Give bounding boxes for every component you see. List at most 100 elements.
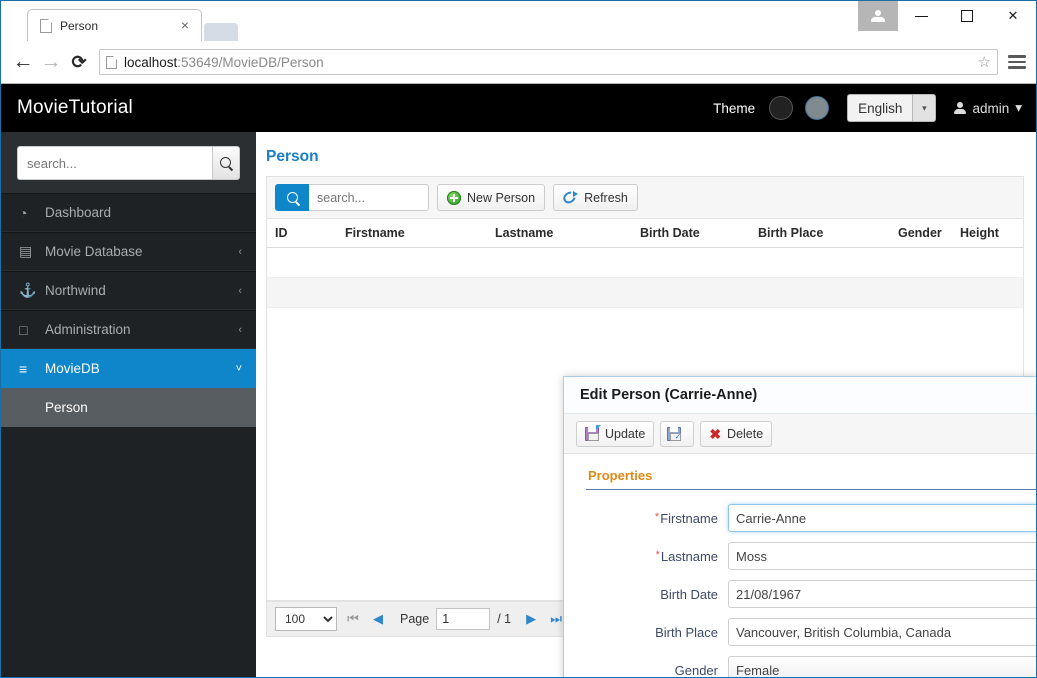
layers-icon: ≡	[19, 360, 28, 377]
sidebar-item-movie-database[interactable]: ▤ Movie Database ‹	[1, 232, 256, 271]
save-icon	[585, 424, 601, 441]
sidebar-search	[1, 132, 256, 193]
maximize-button[interactable]	[944, 1, 990, 31]
column-header-id[interactable]: ID	[267, 226, 337, 240]
field-label: *Lastname	[586, 549, 728, 564]
minimize-button[interactable]	[898, 1, 944, 31]
first-page-button[interactable]: ⏮	[344, 611, 362, 627]
field-lastname: *Lastname	[586, 542, 1036, 570]
column-header-gender[interactable]: Gender	[890, 226, 952, 240]
plus-icon	[447, 190, 461, 205]
prev-page-button[interactable]: ◀	[369, 611, 387, 627]
required-asterisk: *	[655, 548, 660, 561]
window-controls: ✕	[858, 1, 1036, 31]
delete-icon: ✖	[709, 425, 722, 442]
chevron-left-icon: ‹	[238, 284, 242, 297]
column-header-lastname[interactable]: Lastname	[487, 226, 632, 240]
dialog-toolbar: Update ✓ ✖ Delete	[564, 414, 1036, 454]
address-bar[interactable]: localhost:53649/MovieDB/Person ☆	[99, 49, 998, 75]
birth-date-input[interactable]	[728, 580, 1036, 608]
theme-label: Theme	[713, 100, 756, 116]
column-header-birth-date[interactable]: Birth Date	[632, 226, 750, 240]
close-icon[interactable]: ×	[177, 17, 193, 34]
sidebar-item-moviedb[interactable]: ≡ MovieDB ˅	[1, 349, 256, 388]
url-path: :53649/MovieDB/Person	[177, 54, 324, 70]
search-button[interactable]	[212, 146, 240, 180]
delete-button[interactable]: ✖ Delete	[700, 420, 773, 447]
sidebar-item-northwind[interactable]: ⚓ Northwind ‹	[1, 271, 256, 310]
reload-icon[interactable]: ⟳	[65, 52, 93, 73]
save-button[interactable]: ✓	[660, 420, 695, 447]
section-title-properties: Properties	[586, 468, 1036, 490]
search-button[interactable]	[275, 184, 309, 211]
sidebar-item-person[interactable]: Person	[1, 388, 256, 427]
browser-navigation-bar: ← → ⟳ localhost:53649/MovieDB/Person ☆	[1, 41, 1036, 84]
page-number-input[interactable]	[436, 608, 491, 630]
save-check-icon: ✓	[667, 426, 682, 441]
page-size-select[interactable]: 100	[275, 607, 337, 631]
refresh-button[interactable]: Refresh	[553, 184, 638, 211]
refresh-label: Refresh	[584, 190, 628, 205]
birth-place-input[interactable]	[728, 618, 1036, 646]
lastname-input[interactable]	[728, 542, 1036, 570]
bookmark-star-icon[interactable]: ☆	[978, 53, 991, 71]
field-label: Gender	[586, 663, 728, 678]
chevron-left-icon: ‹	[238, 245, 242, 258]
required-asterisk: *	[654, 510, 660, 523]
user-icon	[871, 9, 885, 23]
page-title: Person	[266, 148, 319, 165]
page-info-icon	[106, 55, 117, 69]
content-area: Person New Person	[256, 132, 1036, 678]
search-icon	[286, 191, 299, 204]
label-text: Firstname	[660, 510, 718, 526]
field-label: *Firstname	[586, 511, 728, 526]
browser-tab-person[interactable]: Person ×	[27, 9, 202, 41]
column-header-firstname[interactable]: Firstname	[337, 226, 487, 240]
theme-swatch-gray[interactable]	[805, 96, 830, 120]
quick-search[interactable]	[275, 184, 429, 211]
profile-button[interactable]	[858, 1, 898, 31]
app-body: ◔ Dashboard ▤ Movie Database ‹ ⚓ Northwi…	[1, 132, 1036, 678]
new-person-button[interactable]: New Person	[437, 184, 546, 211]
table-row[interactable]	[266, 248, 1024, 278]
update-button[interactable]: Update	[576, 420, 655, 447]
column-header-birth-place[interactable]: Birth Place	[750, 226, 890, 240]
gender-select[interactable]: Female ×	[728, 656, 1036, 677]
table-row[interactable]	[266, 278, 1024, 308]
sidebar: ◔ Dashboard ▤ Movie Database ‹ ⚓ Northwi…	[1, 132, 256, 677]
browser-menu-icon[interactable]	[1008, 55, 1026, 69]
app-brand[interactable]: MovieTutorial	[17, 97, 133, 119]
dashboard-icon: ◔	[19, 204, 28, 221]
chevron-down-icon: ˅	[235, 362, 242, 375]
sidebar-item-administration[interactable]: □ Administration ‹	[1, 310, 256, 349]
label-text: Lastname	[660, 548, 718, 564]
quick-search-input[interactable]	[309, 184, 429, 211]
new-person-label: New Person	[467, 190, 536, 205]
page-label: Page	[400, 612, 430, 626]
sidebar-item-dashboard[interactable]: ◔ Dashboard	[1, 193, 256, 232]
label-text: Birth Date	[660, 586, 718, 602]
film-icon: ▤	[19, 243, 33, 259]
back-icon[interactable]: ←	[9, 50, 37, 74]
language-label[interactable]: English	[847, 94, 913, 122]
theme-swatch-dark[interactable]	[769, 96, 794, 120]
page-icon	[40, 18, 52, 33]
search-input[interactable]	[17, 146, 212, 180]
close-window-button[interactable]: ✕	[990, 1, 1036, 31]
user-menu[interactable]: admin ▾	[954, 100, 1022, 116]
sidebar-item-label: MovieDB	[45, 361, 100, 376]
next-page-button[interactable]: ▶	[522, 611, 540, 627]
column-header-height[interactable]: Height	[952, 226, 1012, 240]
person-form: *Firstname *Lastname	[586, 490, 1036, 678]
update-label: Update	[605, 426, 646, 441]
language-selector[interactable]: English ▾	[847, 94, 937, 122]
grid-header-row: ID Firstname Lastname Birth Date Birth P…	[266, 218, 1024, 248]
page-total-label: / 1	[497, 612, 512, 626]
forward-icon[interactable]: →	[37, 50, 65, 74]
sidebar-item-label: Dashboard	[45, 205, 112, 220]
new-tab-button[interactable]	[204, 23, 238, 41]
firstname-input[interactable]	[728, 504, 1036, 532]
sidebar-item-label: Movie Database	[45, 244, 143, 259]
search-icon	[220, 157, 232, 169]
chevron-down-icon[interactable]: ▾	[912, 94, 937, 122]
